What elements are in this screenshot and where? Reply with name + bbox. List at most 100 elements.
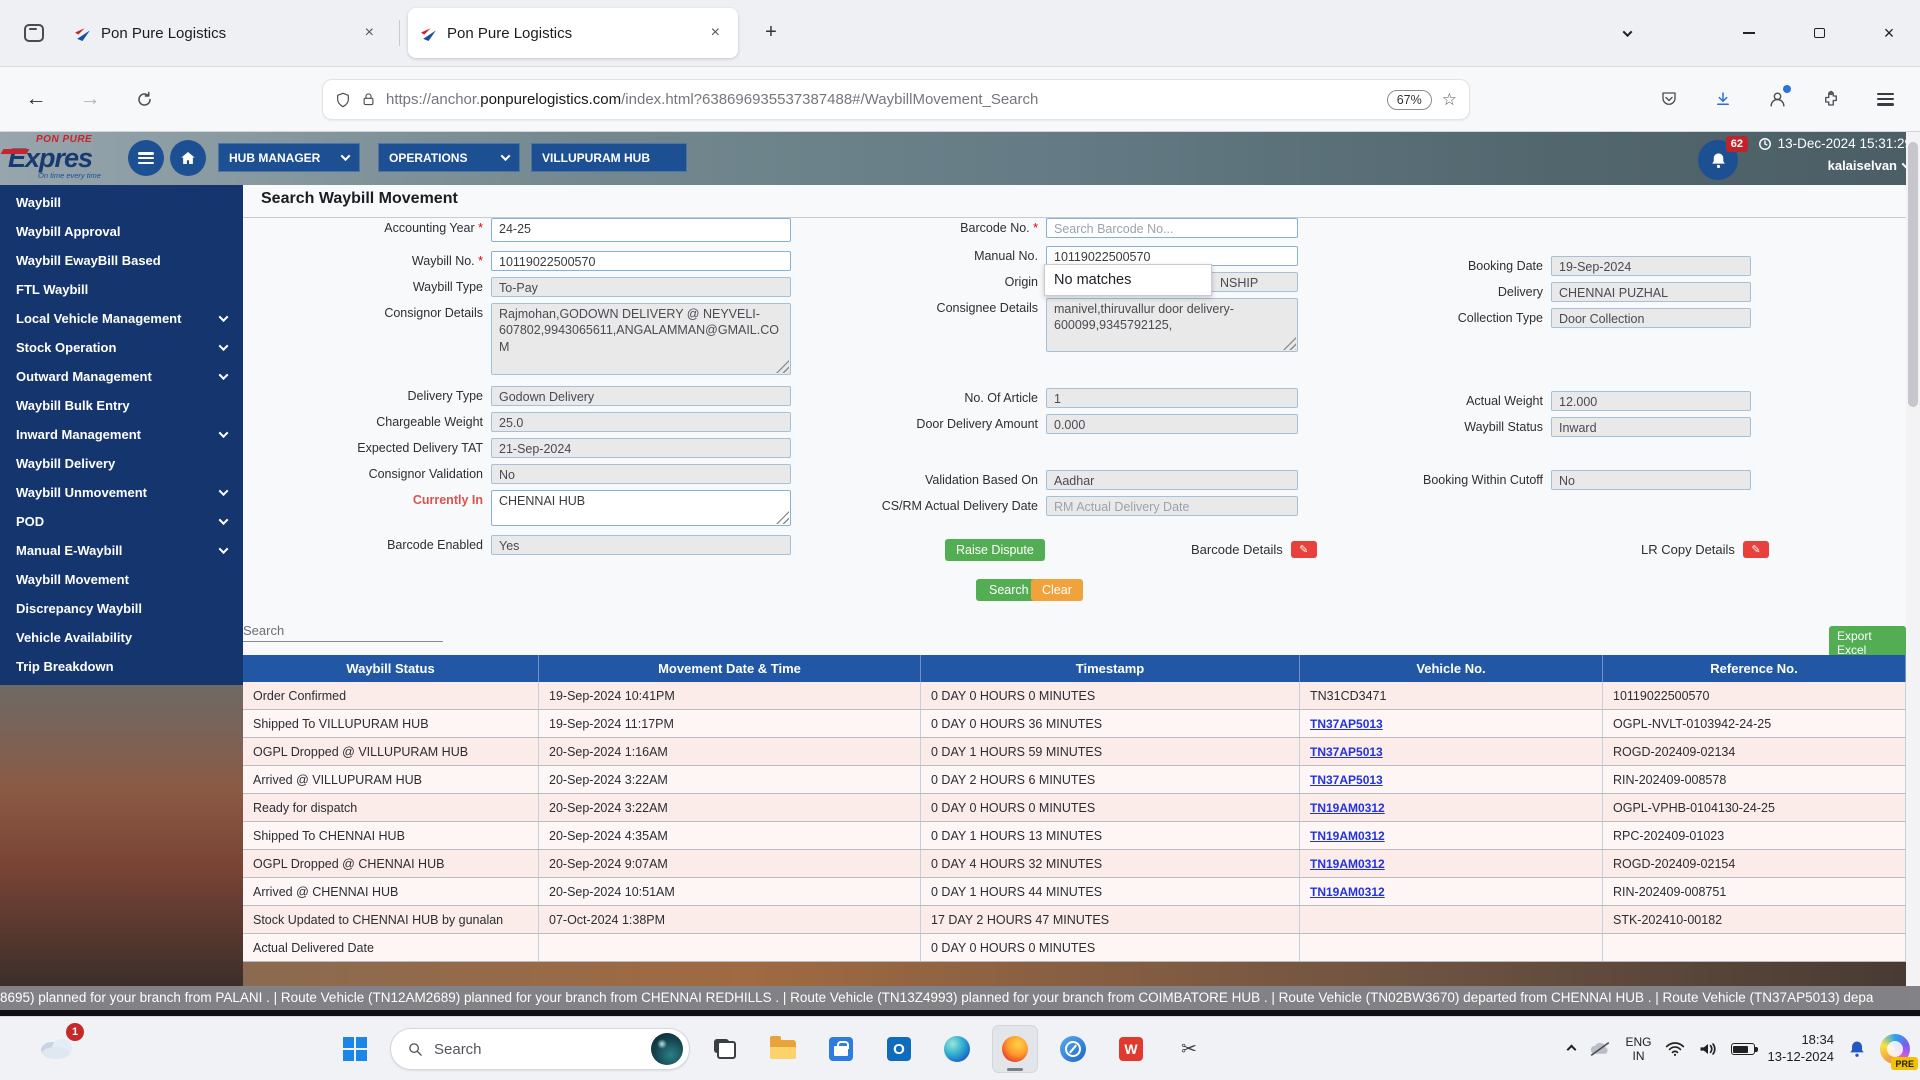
taskbar-search[interactable]: Search bbox=[390, 1028, 690, 1070]
sidebar-item-waybill-delivery[interactable]: Waybill Delivery bbox=[0, 449, 243, 478]
home-icon[interactable] bbox=[170, 140, 206, 176]
vehicle-link[interactable]: TN19AM0312 bbox=[1310, 885, 1385, 899]
browser-scrollbar[interactable] bbox=[1906, 132, 1920, 1010]
department-dropdown[interactable]: OPERATIONS bbox=[378, 143, 520, 172]
sidebar-item-outward-management[interactable]: Outward Management bbox=[0, 362, 243, 391]
textarea-resize-handle[interactable] bbox=[1283, 337, 1296, 350]
field-input-consignor_details[interactable]: Rajmohan,GODOWN DELIVERY @ NEYVELI-60780… bbox=[491, 303, 791, 375]
sidebar-item-trip-breakdown[interactable]: Trip Breakdown bbox=[0, 652, 243, 681]
field-input-consignor_validation[interactable]: No bbox=[491, 464, 791, 484]
vehicle-link[interactable]: TN37AP5013 bbox=[1310, 745, 1383, 759]
hub-selector[interactable]: VILLUPURAM HUB bbox=[531, 143, 687, 172]
sidebar-item-ftl-waybill[interactable]: FTL Waybill bbox=[0, 275, 243, 304]
vehicle-link[interactable]: TN37AP5013 bbox=[1310, 773, 1383, 787]
url-bar[interactable]: https://anchor.ponpurelogistics.com/inde… bbox=[322, 79, 1470, 120]
pon-pure-logo[interactable]: PON PURE Expres On time every time bbox=[8, 135, 128, 180]
notifications-bell-icon[interactable]: 62 bbox=[1698, 140, 1738, 180]
field-input-no_of_article[interactable]: 1 bbox=[1046, 388, 1298, 408]
field-input-actual_weight[interactable]: 12.000 bbox=[1551, 391, 1751, 411]
field-input-currently_in[interactable]: CHENNAI HUB bbox=[491, 490, 791, 526]
field-input-waybill_no[interactable]: 10119022500570 bbox=[491, 251, 791, 271]
shield-icon[interactable] bbox=[335, 92, 351, 108]
sidebar-item-inward-management[interactable]: Inward Management bbox=[0, 420, 243, 449]
field-input-csrm_actual_delivery_date[interactable]: RM Actual Delivery Date bbox=[1046, 496, 1298, 516]
window-minimize-button[interactable] bbox=[1728, 16, 1770, 50]
sidebar-item-local-vehicle-management[interactable]: Local Vehicle Management bbox=[0, 304, 243, 333]
sidebar-item-waybill-ewaybill-based[interactable]: Waybill EwayBill Based bbox=[0, 246, 243, 275]
field-input-consignee_details[interactable]: manivel,thiruvallur door delivery-600099… bbox=[1046, 298, 1298, 352]
sidebar-item-stock-operation[interactable]: Stock Operation bbox=[0, 333, 243, 362]
wps-office-icon[interactable]: W bbox=[1108, 1025, 1154, 1073]
field-input-manual_no[interactable]: 10119022500570 bbox=[1046, 246, 1298, 266]
tray-chevron-up-icon[interactable] bbox=[1568, 1046, 1575, 1053]
outlook-icon[interactable]: O bbox=[876, 1025, 922, 1073]
vehicle-link[interactable]: TN19AM0312 bbox=[1310, 829, 1385, 843]
language-indicator[interactable]: ENGIN bbox=[1625, 1035, 1651, 1064]
scrollbar-thumb[interactable] bbox=[1908, 142, 1918, 407]
field-input-collection_type[interactable]: Door Collection bbox=[1551, 308, 1751, 328]
browser-tab-inactive[interactable]: Pon Pure Logistics × bbox=[62, 8, 392, 58]
url-text[interactable]: https://anchor.ponpurelogistics.com/inde… bbox=[386, 91, 1377, 108]
file-explorer-icon[interactable] bbox=[760, 1025, 806, 1073]
taskbar-clock[interactable]: 18:3413-12-2024 bbox=[1768, 1032, 1835, 1066]
vehicle-link[interactable]: TN19AM0312 bbox=[1310, 857, 1385, 871]
window-maximize-button[interactable] bbox=[1798, 16, 1840, 50]
role-dropdown[interactable]: HUB MANAGER bbox=[218, 143, 360, 172]
firefox-view-icon[interactable] bbox=[18, 18, 50, 48]
field-input-waybill_status_field[interactable]: Inward bbox=[1551, 417, 1751, 437]
battery-icon[interactable] bbox=[1731, 1043, 1755, 1055]
bookmark-star-icon[interactable]: ☆ bbox=[1442, 90, 1457, 110]
tab-close-icon[interactable]: × bbox=[705, 22, 726, 44]
barcode-details-edit-icon[interactable]: ✎ bbox=[1291, 541, 1317, 558]
task-view-icon[interactable] bbox=[702, 1025, 748, 1073]
vehicle-link[interactable]: TN37AP5013 bbox=[1310, 717, 1383, 731]
field-input-waybill_type[interactable]: To-Pay bbox=[491, 277, 791, 297]
field-input-delivery_type[interactable]: Godown Delivery bbox=[491, 386, 791, 406]
field-input-validation_based_on[interactable]: Aadhar bbox=[1046, 470, 1298, 490]
lr-copy-details-edit-icon[interactable]: ✎ bbox=[1743, 541, 1769, 558]
sidebar-item-waybill-movement[interactable]: Waybill Movement bbox=[0, 565, 243, 594]
browser-tab-active[interactable]: Pon Pure Logistics × bbox=[408, 8, 738, 58]
search-highlight-image[interactable] bbox=[651, 1033, 683, 1065]
tab-close-icon[interactable]: × bbox=[359, 22, 380, 44]
table-filter-input[interactable]: Search bbox=[243, 623, 443, 642]
raise-dispute-button[interactable]: Raise Dispute bbox=[945, 539, 1045, 561]
reload-icon[interactable] bbox=[126, 81, 162, 117]
zoom-level-badge[interactable]: 67% bbox=[1387, 90, 1432, 110]
field-input-delivery[interactable]: CHENNAI PUZHAL bbox=[1551, 282, 1751, 302]
sidebar-item-pod[interactable]: POD bbox=[0, 507, 243, 536]
sidebar-item-waybill-unmovement[interactable]: Waybill Unmovement bbox=[0, 478, 243, 507]
browser-compass-icon[interactable] bbox=[1050, 1025, 1096, 1073]
field-input-barcode_no[interactable]: Search Barcode No... bbox=[1046, 218, 1298, 238]
new-tab-button[interactable]: + bbox=[755, 16, 787, 48]
vehicle-link[interactable]: TN19AM0312 bbox=[1310, 801, 1385, 815]
sidebar-item-waybill[interactable]: Waybill bbox=[0, 188, 243, 217]
field-input-booking_date[interactable]: 19-Sep-2024 bbox=[1551, 256, 1751, 276]
window-close-button[interactable]: × bbox=[1868, 16, 1910, 50]
field-input-barcode_enabled[interactable]: Yes bbox=[491, 535, 791, 555]
sidebar-item-waybill-bulk-entry[interactable]: Waybill Bulk Entry bbox=[0, 391, 243, 420]
microsoft-store-icon[interactable] bbox=[818, 1025, 864, 1073]
copilot-icon[interactable]: PRE bbox=[1880, 1034, 1910, 1064]
user-menu[interactable]: kalaiselvan bbox=[1828, 158, 1910, 173]
field-input-chargeable_weight[interactable]: 25.0 bbox=[491, 412, 791, 432]
sidebar-item-waybill-approval[interactable]: Waybill Approval bbox=[0, 217, 243, 246]
volume-icon[interactable] bbox=[1698, 1041, 1718, 1057]
weather-widget-icon[interactable]: 1 bbox=[36, 1029, 80, 1069]
sidebar-item-discrepancy-waybill[interactable]: Discrepancy Waybill bbox=[0, 594, 243, 623]
edge-icon[interactable] bbox=[934, 1025, 980, 1073]
field-input-door_delivery_amount[interactable]: 0.000 bbox=[1046, 414, 1298, 434]
onedrive-offline-icon[interactable] bbox=[1588, 1040, 1612, 1058]
download-icon[interactable] bbox=[1704, 81, 1742, 117]
sidebar-item-manual-e-waybill[interactable]: Manual E-Waybill bbox=[0, 536, 243, 565]
lock-icon[interactable] bbox=[361, 92, 376, 107]
account-icon[interactable] bbox=[1758, 81, 1796, 117]
pocket-icon[interactable] bbox=[1650, 81, 1688, 117]
start-button[interactable] bbox=[332, 1025, 378, 1073]
menu-icon[interactable] bbox=[1866, 81, 1904, 117]
clear-button[interactable]: Clear bbox=[1031, 579, 1083, 601]
extensions-icon[interactable] bbox=[1812, 81, 1850, 117]
wifi-icon[interactable] bbox=[1665, 1041, 1685, 1057]
field-input-booking_within_cutoff[interactable]: No bbox=[1551, 470, 1751, 490]
forward-icon[interactable]: → bbox=[72, 81, 108, 117]
